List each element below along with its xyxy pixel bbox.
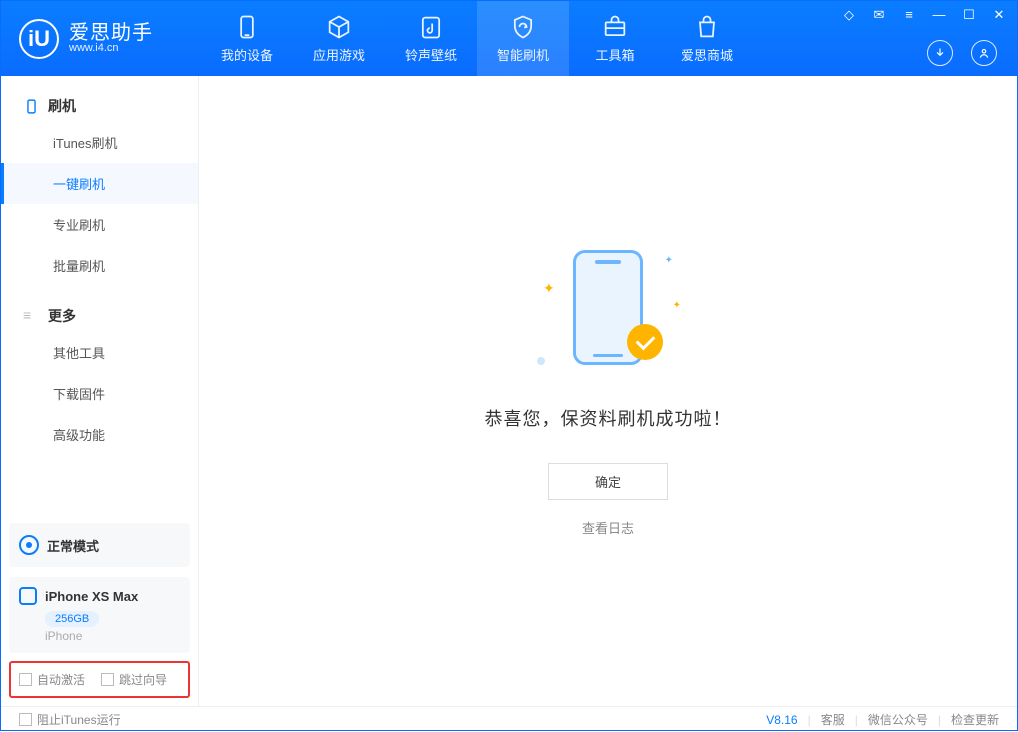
top-nav: 我的设备 应用游戏 铃声壁纸 智能刷机 工具箱 爱思商城	[201, 1, 753, 76]
logo-area: iU 爱思助手 www.i4.cn	[1, 19, 201, 59]
nav-label: 爱思商城	[681, 45, 733, 64]
sidebar-item-pro-flash[interactable]: 专业刷机	[1, 204, 198, 245]
device-name: iPhone XS Max	[45, 589, 138, 604]
bag-icon	[693, 13, 721, 41]
refresh-shield-icon	[509, 13, 537, 41]
sidebar-item-oneclick-flash[interactable]: 一键刷机	[1, 163, 198, 204]
footer-service[interactable]: 客服	[821, 711, 845, 728]
feedback-icon[interactable]: ✉	[871, 7, 887, 23]
mode-label: 正常模式	[47, 536, 99, 555]
checks-highlight: 自动激活 跳过向导	[9, 661, 190, 698]
nav-label: 我的设备	[221, 45, 273, 64]
skin-icon[interactable]: ◇	[841, 7, 857, 23]
nav-flash[interactable]: 智能刷机	[477, 1, 569, 76]
sidebar-item-advanced[interactable]: 高级功能	[1, 414, 198, 455]
success-illustration: ✦ ✦ ✦	[543, 245, 673, 375]
footer-wechat[interactable]: 微信公众号	[868, 711, 928, 728]
mode-box[interactable]: 正常模式	[9, 523, 190, 567]
sidebar-head-flash: 刷机	[1, 90, 198, 122]
version-label: V8.16	[766, 713, 797, 727]
nav-label: 智能刷机	[497, 45, 549, 64]
nav-label: 应用游戏	[313, 45, 365, 64]
nav-ringtone[interactable]: 铃声壁纸	[385, 1, 477, 76]
sidebar-head-more: ≡ 更多	[1, 300, 198, 332]
nav-toolbox[interactable]: 工具箱	[569, 1, 661, 76]
main-panel: ✦ ✦ ✦ 恭喜您，保资料刷机成功啦！ 确定 查看日志	[199, 76, 1017, 706]
sidebar-item-itunes-flash[interactable]: iTunes刷机	[1, 122, 198, 163]
app-title: 爱思助手	[69, 23, 153, 43]
nav-label: 工具箱	[595, 45, 634, 64]
success-message: 恭喜您，保资料刷机成功啦！	[485, 405, 732, 431]
check-badge-icon	[627, 324, 663, 360]
sidebar-item-download-firmware[interactable]: 下载固件	[1, 373, 198, 414]
list-icon: ≡	[23, 308, 40, 325]
checkbox-block-itunes[interactable]: 阻止iTunes运行	[19, 711, 121, 728]
toolbox-icon	[601, 13, 629, 41]
mode-icon	[19, 535, 39, 555]
download-button[interactable]	[927, 40, 953, 66]
device-capacity: 256GB	[45, 611, 99, 627]
sidebar-item-batch-flash[interactable]: 批量刷机	[1, 245, 198, 286]
nav-apps[interactable]: 应用游戏	[293, 1, 385, 76]
logo-icon: iU	[19, 19, 59, 59]
window-controls: ◇ ✉ ≡ — ☐ ✕	[841, 7, 1007, 23]
maximize-button[interactable]: ☐	[961, 7, 977, 23]
sidebar: 刷机 iTunes刷机 一键刷机 专业刷机 批量刷机 ≡ 更多 其他工具 下载固…	[1, 76, 199, 706]
sidebar-item-other-tools[interactable]: 其他工具	[1, 332, 198, 373]
footer: 阻止iTunes运行 V8.16 | 客服 | 微信公众号 | 检查更新	[1, 706, 1017, 732]
view-log-link[interactable]: 查看日志	[582, 518, 634, 537]
phone-icon	[233, 13, 261, 41]
minimize-button[interactable]: —	[931, 7, 947, 23]
device-phone-icon	[19, 587, 37, 605]
nav-store[interactable]: 爱思商城	[661, 1, 753, 76]
cube-icon	[325, 13, 353, 41]
ok-button[interactable]: 确定	[548, 463, 668, 500]
device-box[interactable]: iPhone XS Max 256GB iPhone	[9, 577, 190, 653]
checkbox-auto-activate[interactable]: 自动激活	[19, 671, 85, 688]
music-icon	[417, 13, 445, 41]
account-button[interactable]	[971, 40, 997, 66]
nav-my-device[interactable]: 我的设备	[201, 1, 293, 76]
menu-icon[interactable]: ≡	[901, 7, 917, 23]
device-type: iPhone	[45, 629, 180, 643]
checkbox-skip-wizard[interactable]: 跳过向导	[101, 671, 167, 688]
close-button[interactable]: ✕	[991, 7, 1007, 23]
user-controls	[927, 40, 997, 66]
footer-update[interactable]: 检查更新	[951, 711, 999, 728]
nav-label: 铃声壁纸	[405, 45, 457, 64]
app-header: iU 爱思助手 www.i4.cn 我的设备 应用游戏 铃声壁纸 智能刷机 工具…	[1, 1, 1017, 76]
phone-small-icon	[23, 98, 40, 115]
app-subtitle: www.i4.cn	[69, 43, 153, 54]
